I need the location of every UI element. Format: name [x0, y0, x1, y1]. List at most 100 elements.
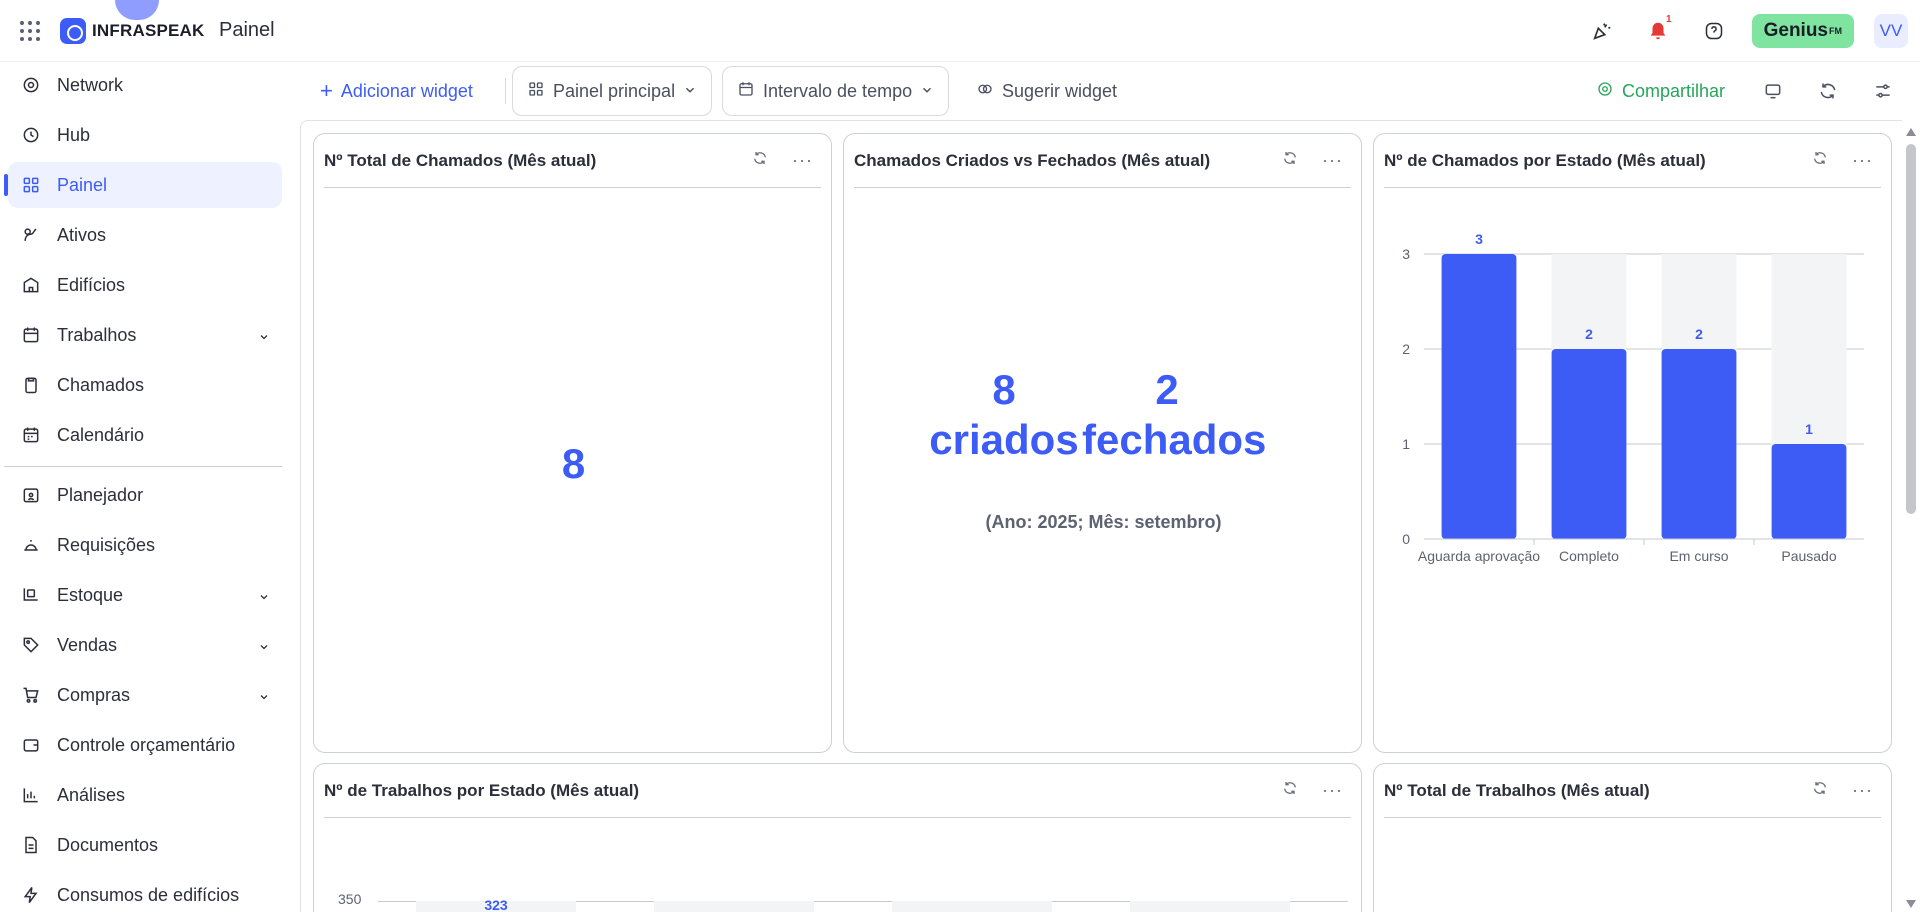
sidebar-item-label: Network	[57, 74, 124, 95]
celebration-icon[interactable]	[1584, 14, 1620, 48]
tv-mode-icon[interactable]	[1763, 66, 1783, 116]
dashboard-select[interactable]: Painel principal	[512, 66, 713, 116]
sidebar-item-network[interactable]: Network	[8, 62, 282, 108]
sidebar-item-calendario[interactable]: Calendário	[8, 412, 282, 458]
sidebar-item-consumos[interactable]: Consumos de edifícios	[8, 872, 282, 912]
bar-track	[1130, 901, 1290, 912]
bar-aguarda-aprovação	[1441, 254, 1517, 539]
sidebar-item-label: Compras	[57, 684, 131, 705]
sidebar-item-label: Controle orçamentário	[57, 734, 236, 755]
more-options-icon[interactable]: ···	[1322, 150, 1343, 171]
widget-header: Chamados Criados vs Fechados (Mês atual)…	[854, 134, 1351, 188]
app-launcher-icon[interactable]	[20, 21, 40, 41]
sidebar-item-painel[interactable]: Painel	[4, 162, 282, 208]
period-label: (Ano: 2025; Mês: setembro)	[985, 512, 1222, 532]
widget-total-tickets[interactable]: Nº Total de Chamados (Mês atual) ··· 8	[313, 133, 832, 753]
sidebar-item-analises[interactable]: Análises	[8, 772, 282, 818]
suggest-widget-label: Sugerir widget	[1002, 80, 1118, 101]
more-options-icon[interactable]: ···	[792, 150, 813, 171]
settings-sliders-icon[interactable]	[1873, 66, 1893, 116]
x-axis-tick-label: Em curso	[1669, 548, 1728, 564]
refresh-all-icon[interactable]	[1818, 66, 1838, 116]
scrollbar-thumb[interactable]	[1906, 144, 1916, 514]
plus-icon: +	[320, 78, 333, 103]
toolbar-divider	[505, 78, 506, 104]
add-widget-button[interactable]: + Adicionar widget	[320, 66, 473, 116]
help-icon[interactable]	[1696, 14, 1732, 48]
widget-jobs-by-state[interactable]: Nº de Trabalhos por Estado (Mês atual) ·…	[313, 763, 1362, 912]
chevron-down-icon[interactable]	[258, 687, 270, 708]
more-options-icon[interactable]: ···	[1852, 150, 1873, 171]
widget-created-vs-closed[interactable]: Chamados Criados vs Fechados (Mês atual)…	[843, 133, 1362, 753]
chevron-down-icon[interactable]	[258, 587, 270, 608]
y-axis-tick-label: 2	[1402, 341, 1410, 357]
widget-total-jobs[interactable]: Nº Total de Trabalhos (Mês atual) ···	[1373, 763, 1892, 912]
chevron-down-icon[interactable]	[258, 327, 270, 348]
widget-header: Nº Total de Chamados (Mês atual) ···	[324, 134, 821, 188]
sidebar-item-controle-orcamentario[interactable]: Controle orçamentário	[8, 722, 282, 768]
sidebar-item-label: Painel	[57, 174, 108, 195]
sidebar-item-requisicoes[interactable]: Requisições	[8, 522, 282, 568]
sidebar-item-hub[interactable]: Hub	[8, 112, 282, 158]
notification-count-badge: 1	[1666, 14, 1672, 25]
refresh-icon[interactable]	[1812, 780, 1828, 801]
widget-title: Nº de Chamados por Estado (Mês atual)	[1384, 150, 1706, 170]
link-icon	[976, 80, 994, 103]
more-options-icon[interactable]: ···	[1852, 780, 1873, 801]
sidebar-item-chamados[interactable]: Chamados	[8, 362, 282, 408]
bar-value-label: 3	[1475, 231, 1483, 247]
top-bar: INFRASPEAK Painel 1 Genius FM VV	[0, 0, 1920, 62]
sidebar-item-compras[interactable]: Compras	[8, 672, 282, 718]
genius-label: Genius	[1763, 20, 1828, 41]
refresh-icon[interactable]	[1282, 150, 1298, 171]
page-title: Painel	[219, 19, 275, 41]
logo-text: INFRASPEAK	[92, 21, 205, 40]
scroll-down-arrow[interactable]	[1906, 900, 1916, 908]
bar-value-label: 323	[484, 897, 508, 912]
refresh-icon[interactable]	[1282, 780, 1298, 801]
widget-title: Nº Total de Trabalhos (Mês atual)	[1384, 780, 1650, 800]
x-axis-tick-label: Aguarda aprovação	[1418, 548, 1540, 564]
chevron-down-icon	[683, 81, 697, 102]
y-axis-tick: 350	[338, 891, 362, 907]
dashboard-icon	[20, 174, 42, 196]
scroll-up-arrow[interactable]	[1906, 128, 1916, 136]
sidebar-item-trabalhos[interactable]: Trabalhos	[8, 312, 282, 358]
refresh-icon[interactable]	[752, 150, 768, 171]
chevron-down-icon[interactable]	[258, 637, 270, 658]
user-avatar[interactable]: VV	[1874, 14, 1908, 48]
sidebar-item-label: Estoque	[57, 584, 124, 605]
widget-title: Chamados Criados vs Fechados (Mês atual)	[854, 150, 1211, 170]
sidebar-item-label: Edifícios	[57, 274, 126, 295]
logo[interactable]: INFRASPEAK	[60, 18, 205, 44]
widget-tickets-by-state[interactable]: Nº de Chamados por Estado (Mês atual) ··…	[1373, 133, 1892, 753]
document-icon	[20, 834, 42, 856]
page-scrollbar[interactable]	[1902, 124, 1920, 912]
time-range-select[interactable]: Intervalo de tempo	[722, 66, 950, 116]
sidebar-item-label: Calendário	[57, 424, 145, 445]
sidebar-item-edificios[interactable]: Edifícios	[8, 262, 282, 308]
widget-header: Nº de Trabalhos por Estado (Mês atual) ·…	[324, 764, 1351, 818]
bar-em-curso	[1661, 349, 1737, 539]
suggest-widget-button[interactable]: Sugerir widget	[976, 66, 1117, 116]
sidebar-item-planejador[interactable]: Planejador	[8, 472, 282, 518]
bar-completo	[1551, 349, 1627, 539]
refresh-icon[interactable]	[1812, 150, 1828, 171]
bell-service-icon	[20, 534, 42, 556]
sidebar-item-estoque[interactable]: Estoque	[8, 572, 282, 618]
sidebar-item-ativos[interactable]: Ativos	[8, 212, 282, 258]
sidebar-item-label: Documentos	[57, 834, 159, 855]
x-axis-tick-label: Completo	[1559, 548, 1619, 564]
genius-button[interactable]: Genius FM	[1751, 14, 1854, 48]
sidebar-item-documentos[interactable]: Documentos	[8, 822, 282, 868]
sidebar-item-vendas[interactable]: Vendas	[8, 622, 282, 668]
sidebar-item-label: Planejador	[57, 484, 144, 505]
share-button[interactable]: Compartilhar	[1596, 66, 1725, 116]
share-icon	[1596, 80, 1614, 103]
calendar-icon	[20, 424, 42, 446]
y-axis-tick-label: 1	[1402, 436, 1410, 452]
x-axis-tick-label: Pausado	[1781, 548, 1836, 564]
notifications-bell-icon[interactable]: 1	[1640, 14, 1676, 48]
tag-icon	[20, 634, 42, 656]
more-options-icon[interactable]: ···	[1322, 780, 1343, 801]
